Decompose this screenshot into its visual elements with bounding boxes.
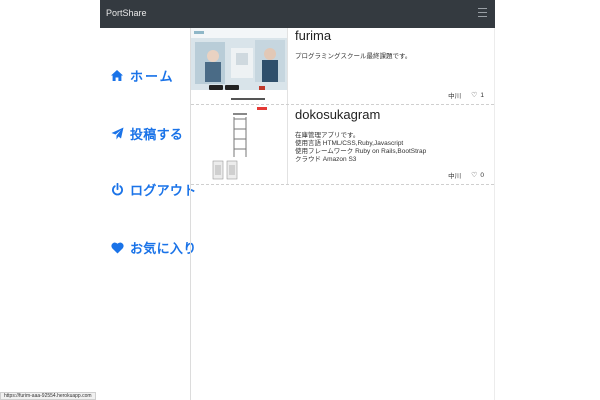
post-title[interactable]: furima [295, 28, 331, 43]
post-card[interactable]: dokosukagram 在庫管理アプリです。 使用言語 HTML/CSS,Ru… [191, 105, 494, 185]
status-url-tooltip: https://furim-aaa-92554.herokuapp.com [0, 392, 96, 400]
description-line: プログラミングスクール最終課題です。 [295, 53, 412, 60]
post-meta: 中川 ♡ 0 [448, 170, 484, 181]
sidebar: ホーム 投稿する ログアウト お気に入り [100, 28, 196, 400]
paper-plane-icon [110, 127, 124, 141]
description-line: 使用言語 HTML/CSS,Ruby,Javascript [295, 140, 404, 147]
like-icon[interactable]: ♡ [471, 171, 477, 179]
heart-icon [110, 241, 124, 255]
description-line: 使用フレームワーク Ruby on Rails,BootStrap [295, 148, 427, 155]
sidebar-item-label: お気に入り [130, 242, 197, 257]
post-title[interactable]: dokosukagram [295, 107, 380, 122]
sidebar-item-label: ホーム [130, 70, 175, 85]
post-description: 在庫管理アプリです。 使用言語 HTML/CSS,Ruby,Javascript… [295, 132, 426, 164]
post-author[interactable]: 中川 [448, 170, 461, 180]
sidebar-item-home[interactable]: ホーム [110, 66, 175, 85]
hamburger-icon[interactable] [478, 8, 487, 18]
post-meta: 中川 ♡ 1 [448, 90, 484, 101]
post-description: プログラミングスクール最終課題です。 [295, 53, 411, 61]
like-count: 1 [480, 91, 484, 99]
sidebar-item-favorites[interactable]: お気に入り [110, 238, 197, 257]
brand-logo[interactable]: PortShare [106, 8, 147, 18]
like-icon[interactable]: ♡ [471, 91, 477, 99]
sidebar-item-label: ログアウト [130, 184, 197, 199]
like-count: 0 [480, 171, 484, 179]
navbar: PortShare [100, 0, 495, 28]
sidebar-item-logout[interactable]: ログアウト [110, 180, 197, 199]
post-card[interactable]: furima プログラミングスクール最終課題です。 中川 ♡ 1 [191, 28, 494, 105]
post-thumbnail[interactable] [191, 105, 288, 184]
post-thumbnail[interactable] [191, 28, 288, 104]
post-author[interactable]: 中川 [448, 90, 461, 100]
sidebar-item-post[interactable]: 投稿する [110, 124, 183, 143]
sidebar-item-label: 投稿する [130, 128, 184, 143]
home-icon [110, 69, 124, 83]
column-divider [494, 28, 495, 400]
description-line: クラウド Amazon S3 [295, 156, 357, 163]
power-icon [110, 183, 124, 197]
description-line: 在庫管理アプリです。 [295, 132, 360, 139]
